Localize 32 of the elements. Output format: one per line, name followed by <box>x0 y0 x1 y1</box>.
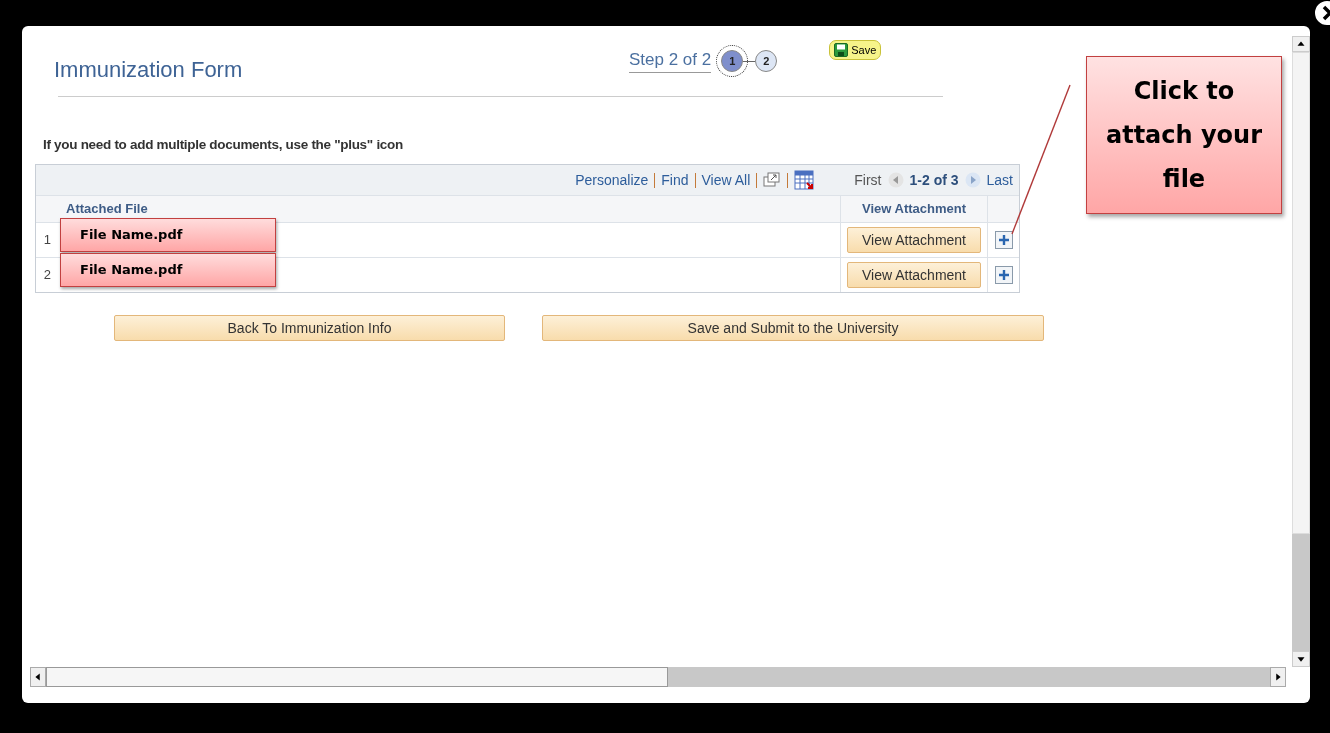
scroll-right-icon[interactable] <box>1270 667 1286 687</box>
row-number: 2 <box>42 266 52 284</box>
scroll-left-icon[interactable] <box>30 667 46 687</box>
view-attachment-button[interactable]: View Attachment <box>847 262 981 288</box>
step-label: Step 2 of 2 <box>629 49 712 73</box>
save-button[interactable]: Save <box>829 40 882 60</box>
page-range: 1-2 of 3 <box>909 172 959 188</box>
spreadsheet-icon[interactable] <box>794 170 815 190</box>
action-button[interactable]: Save and Submit to the University <box>542 315 1044 341</box>
scroll-up-icon[interactable] <box>1292 36 1310 52</box>
scroll-down-icon[interactable] <box>1292 651 1310 667</box>
row-number: 1 <box>42 231 52 249</box>
view-attachment-button[interactable]: View Attachment <box>847 227 981 253</box>
file-callout: File Name.pdf <box>60 218 276 252</box>
add-icon[interactable] <box>994 266 1013 284</box>
action-button[interactable]: Back To Immunization Info <box>114 315 505 341</box>
last-link[interactable]: Last <box>986 172 1013 188</box>
column-header: View Attachment <box>840 196 987 222</box>
step-link[interactable]: 2 <box>755 50 778 72</box>
column-header: Attached File <box>65 200 149 218</box>
add-icon[interactable] <box>994 231 1013 249</box>
grid-link[interactable]: Personalize <box>575 172 649 188</box>
file-callout: File Name.pdf <box>60 253 276 287</box>
step-link[interactable]: 1 <box>721 50 744 72</box>
new-window-icon[interactable] <box>763 172 782 188</box>
tip-callout: Click to attach your file <box>1086 56 1282 214</box>
pager-label: First <box>854 172 882 188</box>
instruction-text: If you need to add multiple documents, use the "plus" icon <box>43 137 403 152</box>
scroll-thumb[interactable] <box>46 667 668 687</box>
grid-link[interactable]: View All <box>701 172 751 188</box>
form-title: Immunization Form <box>54 57 244 83</box>
grid-link[interactable]: Find <box>661 172 689 188</box>
